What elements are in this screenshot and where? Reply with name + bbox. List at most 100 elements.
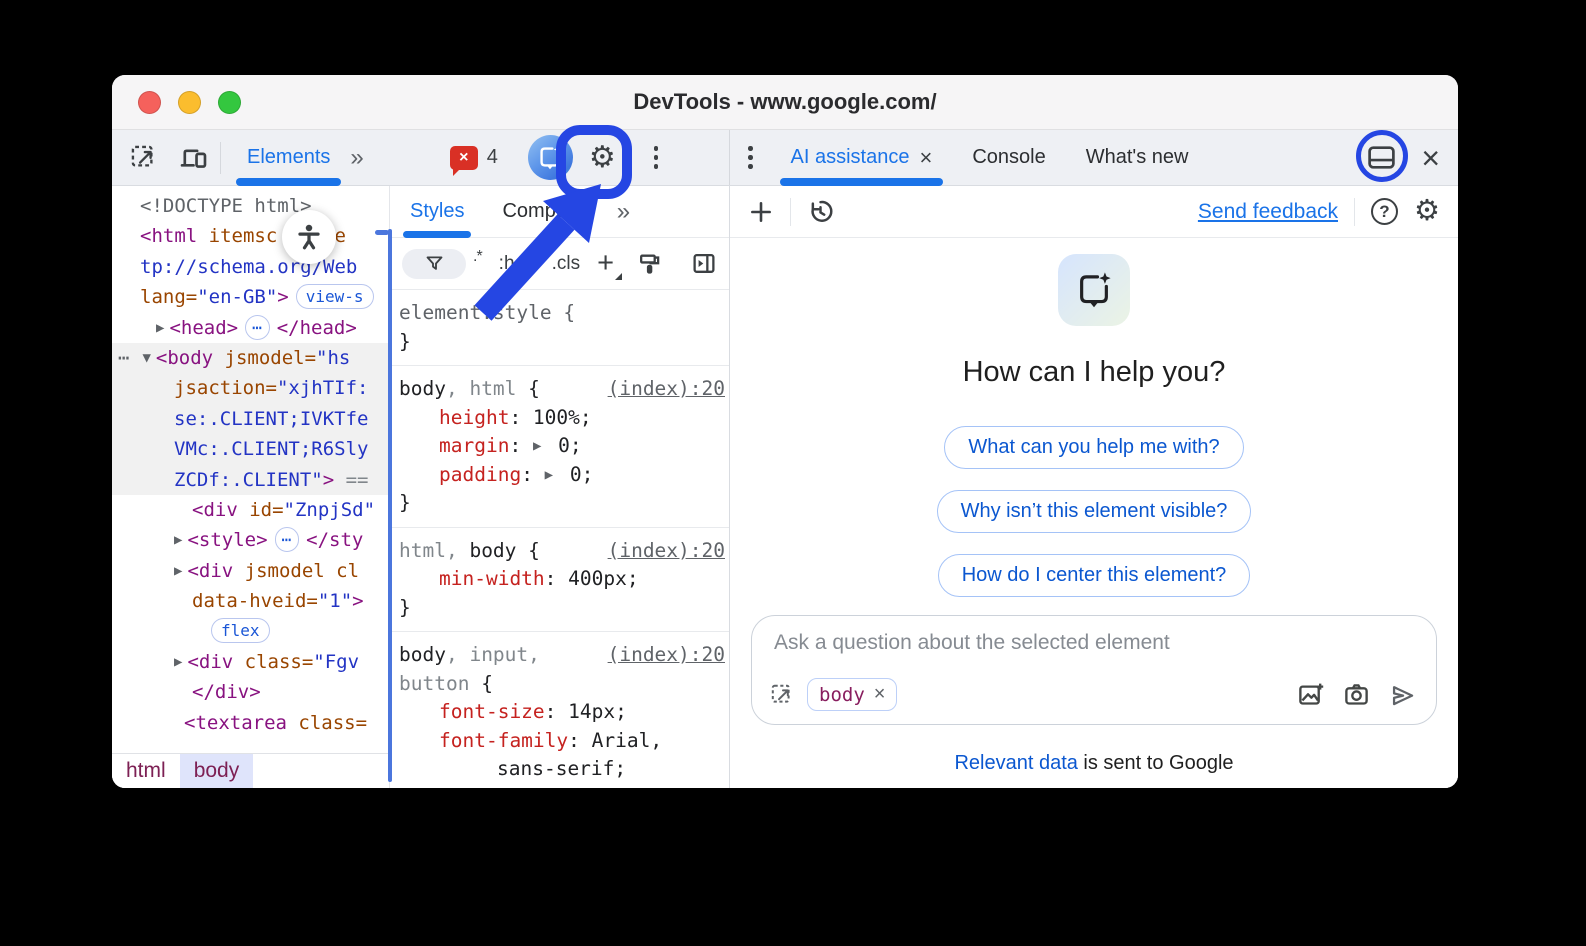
stylesheet-source-link[interactable]: (index):20 (608, 641, 725, 670)
send-icon[interactable] (1389, 681, 1416, 708)
code-token: <div (187, 651, 233, 673)
tab-active-underline (403, 231, 471, 238)
tab-ai-assistance[interactable]: AI assistance × (777, 130, 947, 185)
disclosure-triangle-icon[interactable]: ▼ (142, 350, 150, 366)
dom-tree[interactable]: <!DOCTYPE html><html itemsc itetp://sche… (112, 186, 389, 753)
css-declaration[interactable]: min-width: 400px; (399, 565, 725, 594)
disclosure-triangle-icon[interactable]: ▶ (174, 654, 182, 670)
dom-tree-line[interactable]: <html itemsc ite (112, 221, 389, 251)
camera-icon[interactable] (1343, 681, 1370, 708)
dom-tree-line[interactable]: <div id="ZnpjSd" (112, 495, 389, 525)
add-image-icon[interactable] (1297, 681, 1324, 708)
adorner-badge[interactable]: flex (211, 618, 270, 643)
relevant-data-link[interactable]: Relevant data (954, 752, 1077, 774)
expand-dots-icon[interactable]: ⋯ (275, 527, 300, 552)
ask-question-box[interactable]: Ask a question about the selected elemen… (751, 615, 1437, 725)
new-chat-icon[interactable] (748, 199, 774, 225)
dom-tree-line[interactable]: ▶<div jsmodel cl (112, 556, 389, 586)
sidebar-toggle-icon[interactable] (691, 251, 717, 276)
css-declaration[interactable]: height: 100%; (399, 404, 725, 433)
ai-assistance-button[interactable] (528, 135, 573, 180)
dom-tree-line[interactable]: lang="en-GB">view-s (112, 282, 389, 312)
breadcrumb-item-html[interactable]: html (112, 754, 180, 788)
filter-styles-input[interactable] (402, 249, 466, 279)
dom-tree-line[interactable]: ▶<head>⋯</head> (112, 313, 389, 343)
style-rule[interactable]: body, input,button {(index):20font-size:… (390, 632, 729, 788)
suggestion-button[interactable]: How do I center this element? (938, 554, 1251, 597)
dom-tree-line[interactable]: se:.CLIENT;IVKTfe (112, 404, 389, 434)
ask-input[interactable]: Ask a question about the selected elemen… (770, 631, 1416, 655)
tab-console[interactable]: Console (958, 130, 1059, 185)
style-rule[interactable]: html, body {(index):20min-width: 400px;} (390, 528, 729, 633)
dom-tree-line[interactable]: VMc:.CLIENT;R6Sly (112, 434, 389, 464)
select-element-icon[interactable] (770, 683, 794, 707)
dom-tree-line[interactable]: ⋯▼<body jsmodel="hs (112, 343, 389, 373)
css-declaration[interactable]: sans-serif; (399, 755, 725, 784)
dom-tree-line[interactable]: <textarea class= (112, 708, 389, 738)
more-tabs-icon[interactable]: » (350, 144, 361, 172)
close-devtools-icon[interactable]: × (1419, 142, 1442, 174)
ai-greeting-heading: How can I help you? (963, 356, 1226, 389)
style-rule[interactable]: element.style {} (390, 290, 729, 366)
more-sidebar-tabs-icon[interactable]: » (617, 198, 628, 226)
css-declaration[interactable]: margin: ▶ 0; (399, 432, 725, 461)
history-icon[interactable] (807, 198, 834, 225)
more-options-icon[interactable] (650, 142, 663, 173)
suggestion-button[interactable]: Why isn’t this element visible? (937, 490, 1252, 533)
tab-styles[interactable]: Styles (400, 186, 474, 237)
send-feedback-link[interactable]: Send feedback (1198, 200, 1338, 224)
dom-tree-line[interactable]: <!DOCTYPE html> (112, 191, 389, 221)
stylesheet-source-link[interactable]: (index):20 (608, 375, 725, 404)
css-declaration[interactable]: font-size: 14px; (399, 698, 725, 727)
tab-elements[interactable]: Elements (233, 130, 344, 185)
suggestion-button[interactable]: What can you help me with? (944, 426, 1243, 469)
dom-tree-line[interactable]: ZCDf:.CLIENT"> == (112, 465, 389, 495)
disclosure-triangle-icon[interactable]: ▶ (533, 438, 541, 454)
titlebar[interactable]: DevTools - www.google.com/ (112, 75, 1458, 130)
error-badge-icon[interactable]: × (450, 146, 478, 170)
selected-element-chip[interactable]: body × (807, 678, 897, 711)
code-token: jsmodel= (213, 347, 316, 369)
disclosure-triangle-icon[interactable]: ▶ (545, 467, 553, 483)
zoom-window-button[interactable] (218, 91, 241, 114)
dom-tree-line[interactable]: </div> (112, 677, 389, 707)
close-window-button[interactable] (138, 91, 161, 114)
disclosure-triangle-icon[interactable]: ▶ (156, 320, 164, 336)
toggle-hover-state-button[interactable]: :hov (499, 253, 535, 275)
dom-tree-line[interactable]: tp://schema.org/Web (112, 252, 389, 282)
stylesheet-source-link[interactable]: (index):20 (608, 537, 725, 566)
rule-selector: html, body { (399, 537, 604, 566)
adorner-badge[interactable]: view-s (296, 284, 374, 309)
ai-settings-gear-icon[interactable]: ⚙ (1414, 197, 1440, 226)
inspect-element-icon[interactable] (130, 144, 157, 171)
expand-dots-icon[interactable]: ⋯ (245, 315, 270, 340)
disclosure-triangle-icon[interactable]: ▶ (174, 532, 182, 548)
style-rule[interactable]: body, html {(index):20height: 100%;margi… (390, 366, 729, 528)
css-declaration[interactable]: padding: ▶ 0; (399, 461, 725, 490)
new-style-rule-button[interactable]: + (597, 249, 620, 278)
regex-badge: .* (473, 248, 482, 266)
dock-side-icon[interactable] (1366, 143, 1397, 172)
close-tab-icon[interactable]: × (919, 145, 932, 171)
disclosure-triangle-icon[interactable]: ▶ (174, 563, 182, 579)
dom-tree-line[interactable]: ▶<div class="Fgv (112, 647, 389, 677)
breadcrumb-item-body[interactable]: body (180, 754, 254, 788)
help-icon[interactable]: ? (1371, 198, 1398, 225)
dom-tree-line[interactable]: data-hveid="1"> (112, 586, 389, 616)
device-toolbar-icon[interactable] (179, 143, 208, 172)
css-declaration[interactable]: font-family: Arial, (399, 727, 725, 756)
dom-tree-line[interactable]: flex (112, 616, 389, 646)
code-token: class= (233, 651, 313, 673)
drawer-more-options-icon[interactable] (744, 142, 757, 173)
minimize-window-button[interactable] (178, 91, 201, 114)
css-declaration[interactable]: color: var(--YLNNHc (399, 784, 725, 789)
tab-whats-new[interactable]: What's new (1072, 130, 1203, 185)
toggle-classes-button[interactable]: .cls (552, 253, 581, 275)
tab-computed[interactable]: Computed (494, 186, 602, 237)
dom-tree-line[interactable]: jsaction="xjhTIf: (112, 373, 389, 403)
code-token: , input, (446, 643, 540, 666)
rendering-emulation-icon[interactable] (637, 251, 662, 276)
chip-close-icon[interactable]: × (874, 683, 886, 706)
dom-tree-line[interactable]: ▶<style>⋯</sty (112, 525, 389, 555)
settings-gear-icon[interactable]: ⚙ (589, 143, 616, 173)
